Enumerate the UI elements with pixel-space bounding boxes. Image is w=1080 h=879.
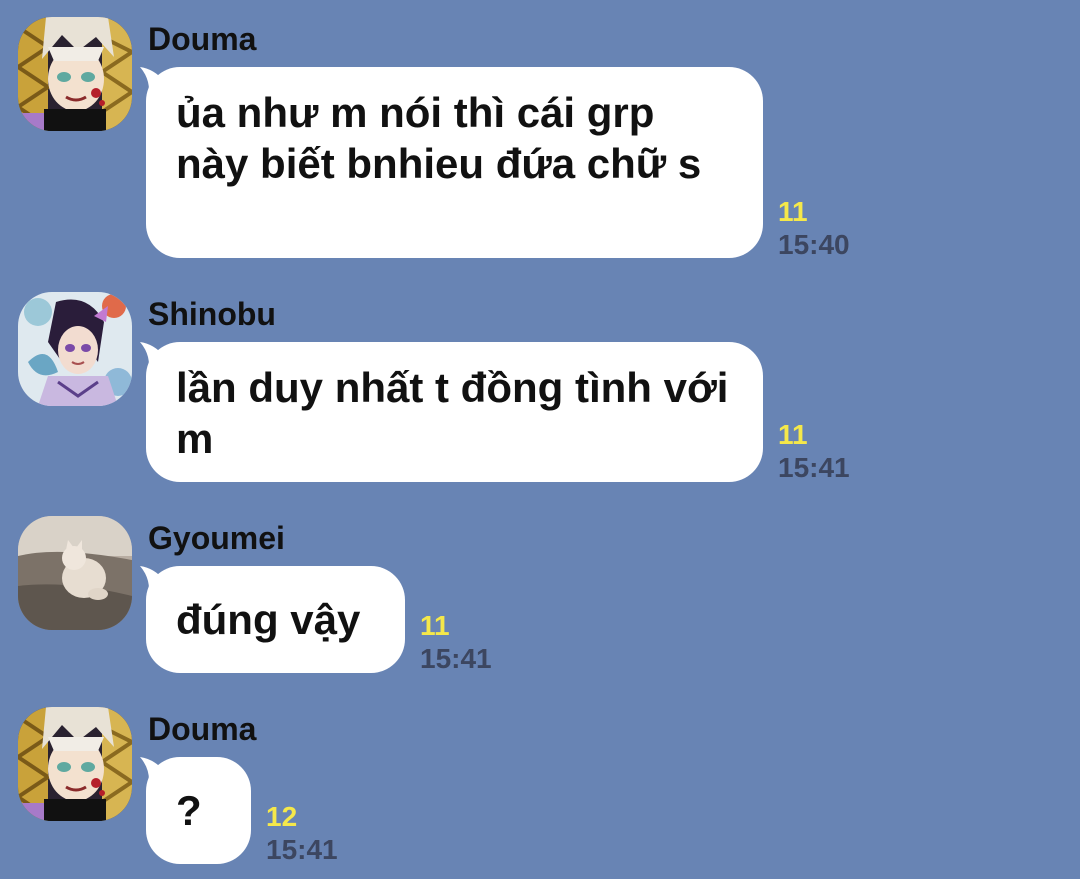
timestamp: 15:41 bbox=[420, 643, 492, 674]
read-count: 11 bbox=[778, 419, 808, 450]
message-bubble[interactable]: lần duy nhất t đồng tình với m bbox=[146, 342, 763, 482]
message-text: đúng vậy bbox=[176, 596, 361, 643]
message-text: ? bbox=[176, 787, 202, 834]
message-bubble[interactable]: ủa như m nói thì cái grp này biết bnhieu… bbox=[146, 67, 763, 258]
message-text: ủa như m nói thì cái grp này biết bnhieu… bbox=[176, 89, 702, 187]
douma-avatar[interactable] bbox=[18, 17, 132, 131]
message-meta: 11 15:41 bbox=[778, 418, 850, 484]
read-count: 12 bbox=[266, 801, 298, 832]
sender-name: Douma bbox=[148, 711, 257, 747]
message-meta: 11 15:41 bbox=[420, 609, 492, 675]
timestamp: 15:40 bbox=[778, 229, 850, 260]
sender-name: Douma bbox=[148, 21, 257, 57]
shinobu-avatar[interactable] bbox=[18, 292, 132, 406]
read-count: 11 bbox=[778, 196, 808, 227]
douma-avatar[interactable] bbox=[18, 707, 132, 821]
chat-view: Douma ủa như m nói thì cái grp này biết … bbox=[0, 0, 1080, 879]
sender-name: Shinobu bbox=[148, 296, 276, 332]
message-meta: 12 15:41 bbox=[266, 800, 338, 866]
message-bubble[interactable]: ? bbox=[146, 757, 251, 864]
timestamp: 15:41 bbox=[266, 834, 338, 865]
gyoumei-cat-avatar[interactable] bbox=[18, 516, 132, 630]
message-text: lần duy nhất t đồng tình với m bbox=[176, 364, 729, 462]
message-bubble[interactable]: đúng vậy bbox=[146, 566, 405, 673]
read-count: 11 bbox=[420, 610, 450, 641]
timestamp: 15:41 bbox=[778, 452, 850, 483]
message-meta: 11 15:40 bbox=[778, 195, 850, 261]
sender-name: Gyoumei bbox=[148, 520, 285, 556]
